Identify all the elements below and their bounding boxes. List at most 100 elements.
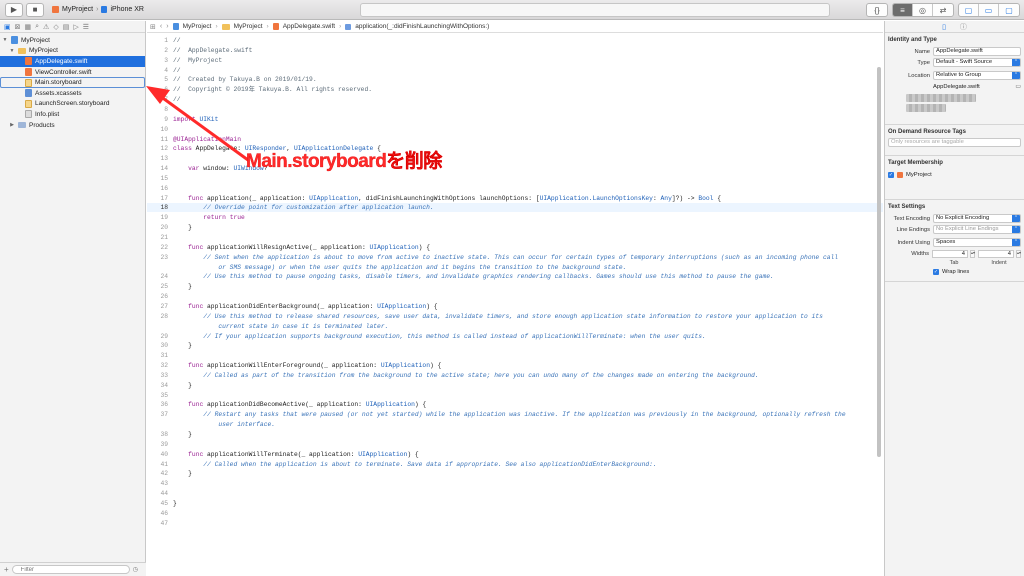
editor-mode-control[interactable]: ≡ ◎ ⇄ [892,3,954,17]
indent-width-stepper[interactable]: 4 ▴▾ [978,249,1021,258]
breakpoint-icon[interactable]: ▷ [73,23,78,31]
indent-width-field[interactable]: 4 [978,249,1014,258]
code-line[interactable]: 3 // MyProject [147,56,883,65]
code-line[interactable]: 31 [147,351,883,360]
stepper-arrows-icon[interactable]: ▴▾ [970,249,975,258]
code-line[interactable]: 10 [147,125,883,134]
encoding-select[interactable]: No Explicit Encoding [933,214,1021,223]
code-line[interactable]: 29 // If your application supports backg… [147,332,883,341]
test-icon[interactable]: ◇ [53,23,58,31]
editor-scrollbar[interactable] [877,67,881,457]
code-line[interactable]: 41 // Called when the application is abo… [147,460,883,469]
version-editor-icon[interactable]: ⇄ [933,4,953,16]
scheme-selector[interactable]: MyProject › iPhone XR [52,6,144,13]
line-endings-select[interactable]: No Explicit Line Endings [933,225,1021,234]
code-line[interactable]: 17 func application(_ application: UIApp… [147,194,883,203]
code-line[interactable]: 18 // Override point for customization a… [147,203,883,213]
inspector-toggle-icon[interactable]: ▢ [999,4,1019,16]
code-area[interactable]: 1 // 2 // AppDelegate.swift 3 // MyProject 4 //… [147,34,883,576]
code-line[interactable]: 42 } [147,469,883,478]
navigator-item-info-plist[interactable]: Info.plist [0,109,145,120]
code-line[interactable]: user interface. [147,420,883,429]
code-line[interactable]: 23 // Sent when the application is about… [147,253,883,262]
code-line[interactable]: 37 // Restart any tasks that were paused… [147,410,883,419]
code-line[interactable]: 24 // Use this method to pause ongoing t… [147,272,883,281]
quick-help-icon[interactable]: ⓘ [960,22,967,32]
code-line[interactable]: 32 func applicationWillEnterForeground(_… [147,361,883,370]
code-line[interactable]: 43 [147,479,883,488]
code-line[interactable]: or SMS message) or when the user quits t… [147,263,883,272]
find-icon[interactable]: ⌕ [35,23,39,31]
code-line[interactable]: 4 // [147,66,883,75]
code-line[interactable]: 46 [147,509,883,518]
forward-icon[interactable]: › [166,23,168,30]
issue-icon[interactable]: ⚠ [43,23,49,31]
disclosure-closed-icon[interactable]: ▶ [9,122,15,128]
code-line[interactable]: 25 } [147,282,883,291]
code-line[interactable]: 28 // Use this method to release shared … [147,312,883,321]
code-line[interactable]: 26 [147,292,883,301]
code-line[interactable]: 22 func applicationWillResignActive(_ ap… [147,243,883,252]
related-items-icon[interactable]: ⊞ [150,23,156,31]
code-line[interactable]: 33 // Called as part of the transition f… [147,371,883,380]
code-line[interactable]: 38 } [147,430,883,439]
source-control-icon[interactable]: ⊠ [15,23,21,31]
code-line[interactable]: 15 [147,174,883,183]
code-line[interactable]: 21 [147,233,883,242]
back-icon[interactable]: ‹ [160,23,162,30]
debug-toggle-icon[interactable]: ▭ [979,4,999,16]
code-line[interactable]: 16 [147,184,883,193]
crumb-file[interactable]: AppDelegate.swift [283,23,335,30]
wrap-lines-checkbox[interactable]: ✓ [933,268,939,275]
navigator-item-main-storyboard[interactable]: Main.storyboard [0,77,145,88]
code-line[interactable]: 39 [147,440,883,449]
file-inspector-icon[interactable]: ▯ [942,23,946,31]
code-line[interactable]: 2 // AppDelegate.swift [147,46,883,55]
code-line[interactable]: 19 return true [147,213,883,222]
code-line[interactable]: 47 [147,519,883,528]
assistant-editor-icon[interactable]: ◎ [913,4,933,16]
stop-button[interactable]: ■ [26,2,44,17]
navigator-item-assets-xcassets[interactable]: Assets.xcassets [0,88,145,99]
code-line[interactable]: 6 // Copyright © 2019年 Takuya.B. All righ… [147,85,883,94]
navigator-item-myproject[interactable]: ▼ MyProject [0,46,145,57]
folder-icon[interactable]: ▭ [1015,83,1021,90]
indent-using-select[interactable]: Spaces [933,238,1021,247]
target-checkbox[interactable]: ✓ [888,171,894,178]
code-line[interactable]: 36 func applicationDidBecomeActive(_ app… [147,400,883,409]
type-select[interactable]: Default - Swift Source [933,58,1021,67]
crumb-group[interactable]: MyProject [234,23,263,30]
code-line[interactable]: 34 } [147,381,883,390]
add-icon[interactable]: + [4,565,9,574]
symbol-icon[interactable]: ▦ [25,23,32,31]
tab-width-stepper[interactable]: 4 ▴▾ [932,249,975,258]
run-button[interactable]: ▶ [5,2,23,17]
debug-icon[interactable]: ▤ [63,23,70,31]
code-line[interactable]: 5 // Created by Takuya.B on 2019/01/19. [147,75,883,84]
code-line[interactable]: 27 func applicationDidEnterBackground(_ … [147,302,883,311]
disclosure-open-icon[interactable]: ▼ [9,48,15,54]
code-line[interactable]: 9 import UIKit [147,115,883,124]
tab-width-field[interactable]: 4 [932,249,968,258]
disclosure-open-icon[interactable]: ▼ [2,37,8,43]
navigator-item-launchscreen-storyboard[interactable]: LaunchScreen.storyboard [0,99,145,110]
code-line[interactable]: 11 @UIApplicationMain [147,135,883,144]
code-line[interactable]: 20 } [147,223,883,232]
library-button[interactable]: {} [866,3,888,17]
navigator-item-myproject[interactable]: ▼ MyProject [0,35,145,46]
code-line[interactable]: 35 [147,391,883,400]
panel-toggle-control[interactable]: ▢ ▭ ▢ [958,3,1020,17]
report-icon[interactable]: ☰ [83,23,89,31]
tags-field[interactable]: Only resources are taggable [888,138,1021,147]
code-line[interactable]: 30 } [147,341,883,350]
code-line[interactable]: current state in case it is terminated l… [147,322,883,331]
navigator-item-viewcontroller-swift[interactable]: ViewController.swift [0,67,145,78]
filter-input[interactable] [11,565,130,574]
folder-icon[interactable]: ▣ [4,23,11,31]
location-select[interactable]: Relative to Group [933,71,1021,80]
navigator-item-appdelegate-swift[interactable]: AppDelegate.swift [0,56,145,67]
name-field[interactable]: AppDelegate.swift [933,47,1021,56]
crumb-project[interactable]: MyProject [183,23,212,30]
code-line[interactable]: 8 [147,105,883,114]
code-line[interactable]: 7 // [147,95,883,104]
